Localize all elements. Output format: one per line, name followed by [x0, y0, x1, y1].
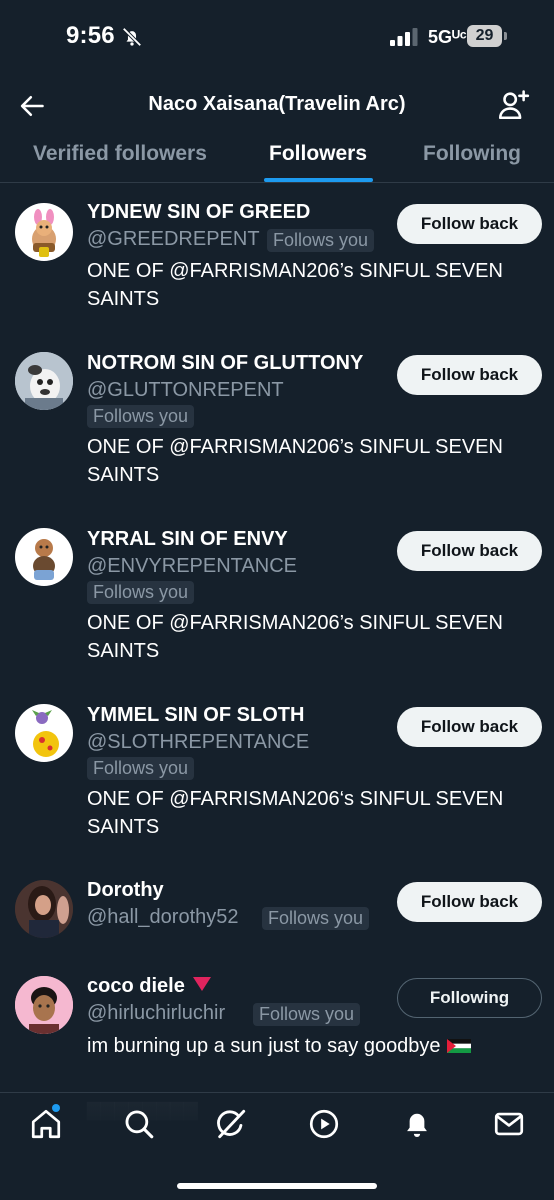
signal-bars-icon [390, 28, 418, 46]
follower-bio: ONE OF @FARRISMAN206’s SINFUL SEVEN SAIN… [87, 612, 503, 662]
follow-back-button[interactable]: Follow back [397, 355, 542, 395]
follower-row[interactable]: YDNEW SIN OF GREED @GREEDREPENT Follows … [0, 198, 554, 326]
follower-bio: ONE OF @FARRISMAN206’s SINFUL SEVEN SAIN… [87, 436, 503, 486]
battery-tip [504, 32, 507, 40]
follower-bio: im burning up a sun just to say goodbye [87, 1035, 441, 1057]
follower-handle[interactable]: @hirluchirluchir [87, 1002, 225, 1025]
battery-indicator: 29 [467, 25, 507, 49]
follows-you-badge: Follows you [253, 1003, 361, 1026]
follower-handle[interactable]: @hall_dorothy52 [87, 906, 239, 929]
bell-slash-icon [122, 27, 142, 47]
tab-followers[interactable]: Followers [269, 142, 367, 166]
header: Naco Xaisana(Travelin Arc) [0, 78, 554, 134]
avatar[interactable] [15, 704, 73, 762]
avatar[interactable] [15, 976, 73, 1034]
follows-you-badge: Follows you [87, 757, 195, 780]
follower-handle[interactable]: @ENVYREPENTANCE [87, 555, 297, 578]
follower-bio: ONE OF @FARRISMAN206’s SINFUL SEVEN SAIN… [87, 260, 503, 310]
avatar-image [15, 352, 73, 410]
follow-back-button[interactable]: Follow back [397, 882, 542, 922]
network-type: 5Gᵁᶜ [428, 27, 467, 47]
search-icon[interactable] [122, 1107, 156, 1141]
person-plus-icon[interactable] [496, 88, 530, 122]
follow-back-button[interactable]: Follow back [397, 531, 542, 571]
follower-name[interactable]: YDNEW SIN OF GREED [87, 201, 310, 224]
follower-handle[interactable]: @GREEDREPENT [87, 228, 260, 251]
follower-name[interactable]: Dorothy [87, 879, 164, 902]
arrow-left-icon[interactable] [18, 92, 46, 120]
follower-row[interactable]: YMMEL SIN OF SLOTH @SLOTHREPENTANCE Foll… [0, 701, 554, 851]
battery-level: 29 [467, 25, 502, 47]
follower-name[interactable]: coco diele [87, 975, 185, 997]
follows-you-badge: Follows you [262, 907, 370, 930]
play-circle-icon[interactable] [307, 1107, 341, 1141]
avatar[interactable] [15, 880, 73, 938]
palestine-flag-icon [446, 1039, 471, 1053]
home-icon[interactable] [29, 1107, 63, 1141]
avatar-image [15, 976, 73, 1034]
follower-bio: ONE OF @FARRISMAN206‘s SINFUL SEVEN SAIN… [87, 788, 504, 838]
follower-handle[interactable]: @SLOTHREPENTANCE [87, 731, 309, 754]
follow-back-button[interactable]: Follow back [397, 707, 542, 747]
avatar[interactable] [15, 352, 73, 410]
grok-icon[interactable] [214, 1107, 248, 1141]
avatar-image [33, 539, 55, 580]
following-button[interactable]: Following [397, 978, 542, 1018]
active-tab-indicator [264, 178, 373, 182]
avatar[interactable] [15, 203, 73, 261]
follower-row[interactable]: Dorothy @hall_dorothy52 Follows you Foll… [0, 876, 554, 946]
follower-row[interactable]: NOTROM SIN OF GLUTTONY @GLUTTONREPENT Fo… [0, 349, 554, 499]
follower-name[interactable]: NOTROM SIN OF GLUTTONY [87, 352, 363, 375]
follower-row[interactable]: coco diele @hirluchirluchir Follows you … [0, 972, 554, 1062]
follower-bio-wrap: im burning up a sun just to say goodbye [87, 1032, 527, 1060]
tab-bar: Verified followers Followers Following [0, 134, 554, 183]
follows-you-badge: Follows you [87, 405, 195, 428]
follower-name[interactable]: YRRAL SIN OF ENVY [87, 528, 288, 551]
mail-icon[interactable] [492, 1107, 526, 1141]
page-title: Naco Xaisana(Travelin Arc) [148, 93, 406, 115]
follower-handle[interactable]: @GLUTTONREPENT [87, 379, 284, 402]
follower-name[interactable]: YMMEL SIN OF SLOTH [87, 704, 304, 727]
follows-you-badge: Follows you [267, 229, 375, 252]
follows-you-badge: Follows you [87, 581, 195, 604]
bell-icon[interactable] [400, 1107, 434, 1141]
follower-name-wrap[interactable]: coco diele [87, 975, 211, 998]
home-indicator[interactable] [177, 1183, 377, 1189]
red-triangle-icon [192, 977, 211, 991]
follow-back-button[interactable]: Follow back [397, 204, 542, 244]
tab-following[interactable]: Following [423, 142, 521, 166]
avatar-image [15, 880, 73, 938]
home-unread-dot [52, 1104, 60, 1112]
avatar[interactable] [15, 528, 73, 586]
status-bar: 9:56 5Gᵁᶜ 29 [0, 0, 554, 78]
follower-row[interactable]: YRRAL SIN OF ENVY @ENVYREPENTANCE Follow… [0, 525, 554, 675]
avatar-image [32, 710, 59, 757]
bottom-nav [0, 1092, 554, 1159]
tab-verified-followers[interactable]: Verified followers [33, 142, 207, 166]
status-time: 9:56 [66, 22, 115, 49]
avatar-image [32, 209, 56, 257]
